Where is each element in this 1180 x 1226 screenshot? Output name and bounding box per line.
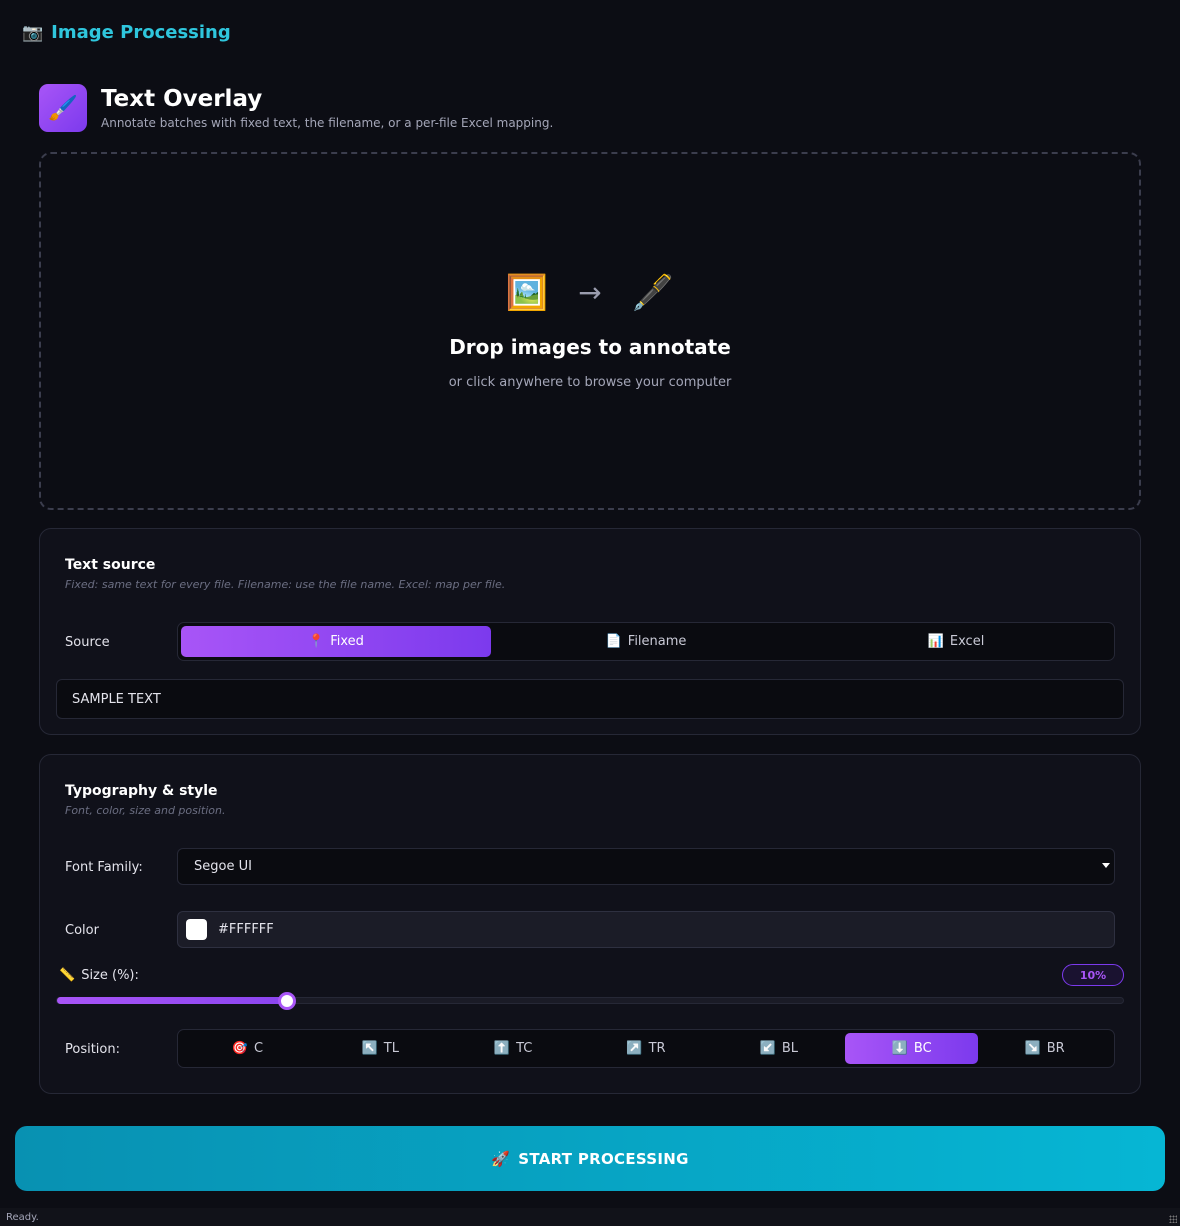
status-bar: Ready. (0, 1208, 1180, 1226)
arrow-up-left-icon: ↖️ (361, 1041, 378, 1056)
document-icon: 📄 (605, 634, 622, 649)
position-option-tc[interactable]: ⬆️ TC (447, 1033, 580, 1064)
dropzone-title: Drop images to annotate (449, 334, 731, 359)
page-header: 🖌️ Text Overlay Annotate batches with fi… (39, 84, 553, 132)
source-selector: 📍 Fixed 📄 Filename 📊 Excel (177, 622, 1115, 661)
position-option-tl[interactable]: ↖️ TL (314, 1033, 447, 1064)
image-dropzone[interactable]: 🖼️ → 🖋️ Drop images to annotate or click… (39, 152, 1141, 510)
picture-icon: 🖼️ (505, 272, 549, 313)
caret-down-icon (1102, 863, 1110, 868)
arrow-down-icon: ⬇️ (891, 1041, 908, 1056)
source-option-fixed[interactable]: 📍 Fixed (181, 626, 491, 657)
text-source-subtitle: Fixed: same text for every file. Filenam… (65, 578, 506, 591)
arrow-right-icon: → (578, 276, 602, 309)
target-icon: 🎯 (231, 1041, 248, 1056)
text-source-panel: Text source Fixed: same text for every f… (39, 528, 1141, 735)
paintbrush-icon: 🖌️ (39, 84, 87, 132)
source-label: Source (65, 635, 110, 650)
position-option-c[interactable]: 🎯 C (181, 1033, 314, 1064)
font-family-value: Segoe UI (194, 859, 252, 874)
page-title: Text Overlay (101, 86, 263, 112)
size-slider[interactable] (56, 992, 1124, 1010)
app-title: 📷 Image Processing (22, 22, 231, 43)
font-family-label: Font Family: (65, 860, 143, 875)
arrow-down-right-icon: ↘️ (1024, 1041, 1041, 1056)
typography-title: Typography & style (65, 783, 218, 799)
dropzone-subtitle: or click anywhere to browse your compute… (448, 374, 732, 390)
color-value: #FFFFFF (218, 922, 274, 937)
rocket-icon: 🚀 (491, 1149, 511, 1168)
position-label: Position: (65, 1042, 120, 1057)
color-field[interactable]: #FFFFFF (177, 911, 1115, 948)
pin-icon: 📍 (308, 634, 325, 649)
resize-grip-icon[interactable] (1169, 1215, 1177, 1223)
size-slider-fill (57, 997, 288, 1004)
typography-panel: Typography & style Font, color, size and… (39, 754, 1141, 1094)
position-option-bl[interactable]: ↙️ BL (712, 1033, 845, 1064)
position-option-tr[interactable]: ↗️ TR (580, 1033, 713, 1064)
page-subtitle: Annotate batches with fixed text, the fi… (101, 116, 554, 130)
ruler-icon: 📏 (59, 968, 76, 983)
position-selector: 🎯 C ↖️ TL ⬆️ TC ↗️ TR ↙️ BL ⬇️ BC ↘️ BR (177, 1029, 1115, 1068)
color-swatch[interactable] (186, 919, 207, 940)
arrow-up-icon: ⬆️ (493, 1041, 511, 1056)
position-option-bc[interactable]: ⬇️ BC (845, 1033, 979, 1064)
size-value-badge: 10% (1062, 964, 1124, 986)
app-title-text: Image Processing (51, 22, 231, 43)
start-processing-button[interactable]: 🚀 START PROCESSING (15, 1126, 1165, 1191)
fixed-text-input[interactable]: SAMPLE TEXT (56, 679, 1124, 719)
bar-chart-icon: 📊 (927, 634, 944, 649)
pen-icon: 🖋️ (631, 272, 675, 313)
font-family-select[interactable]: Segoe UI (177, 848, 1115, 885)
arrow-up-right-icon: ↗️ (626, 1041, 643, 1056)
size-label: 📏 Size (%): (59, 968, 139, 983)
color-label: Color (65, 923, 99, 938)
text-source-title: Text source (65, 557, 156, 573)
typography-subtitle: Font, color, size and position. (65, 804, 226, 817)
position-option-br[interactable]: ↘️ BR (978, 1033, 1111, 1064)
size-slider-thumb[interactable] (278, 992, 297, 1010)
status-text: Ready. (6, 1211, 39, 1223)
source-option-excel[interactable]: 📊 Excel (801, 626, 1111, 657)
camera-icon: 📷 (22, 22, 44, 43)
arrow-down-left-icon: ↙️ (759, 1041, 776, 1056)
source-option-filename[interactable]: 📄 Filename (491, 626, 801, 657)
